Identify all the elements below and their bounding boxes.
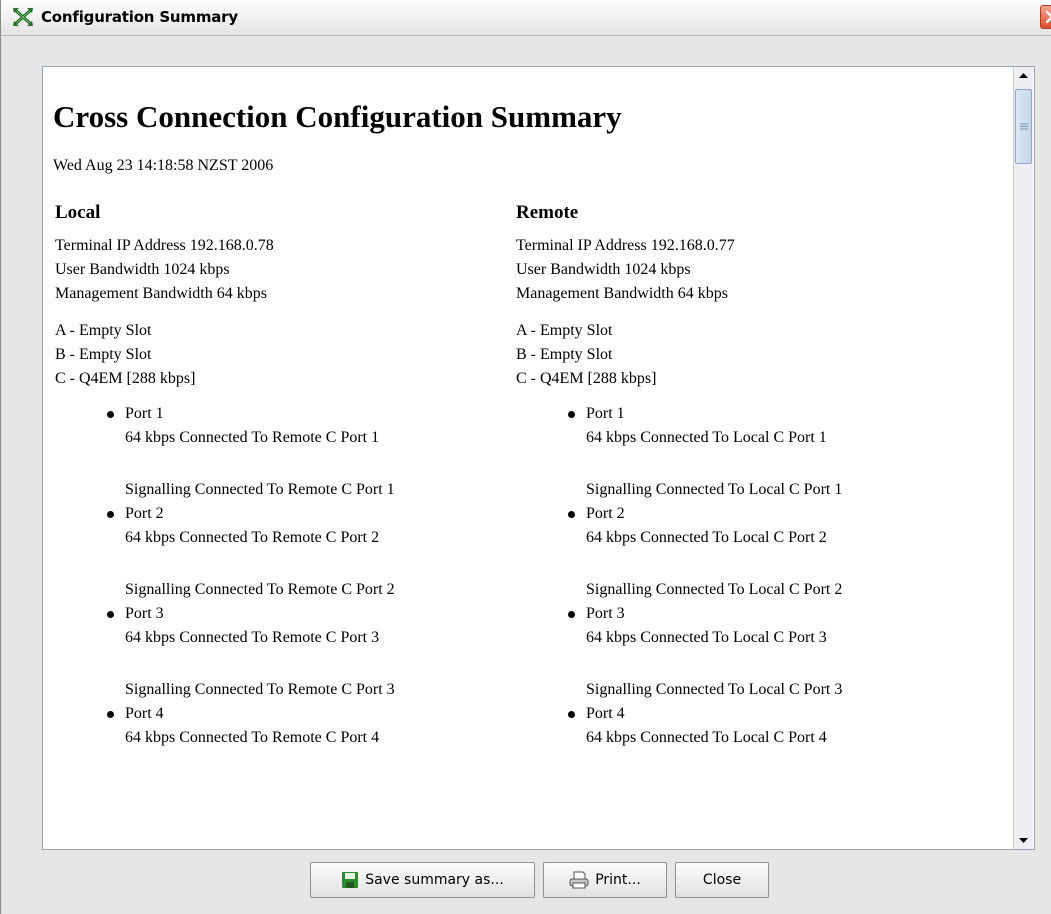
scroll-thumb[interactable] — [1015, 89, 1032, 164]
configuration-summary-window: Configuration Summary Cross Connection C… — [0, 0, 1051, 914]
close-icon — [1045, 10, 1051, 24]
slot-item: B - Empty Slot — [516, 346, 613, 363]
port-item: Port 2 — [516, 502, 966, 526]
port-item: Port 4 — [55, 702, 505, 726]
bullet-icon — [107, 611, 114, 618]
port-item: Port 1 — [55, 402, 505, 426]
bullet-icon — [568, 611, 575, 618]
port-signalling-connection: Signalling Connected To Local C Port 3 — [586, 681, 843, 698]
bullet-icon — [568, 511, 575, 518]
remote-terminal-ip: Terminal IP Address 192.168.0.77 — [516, 237, 735, 254]
local-slots: A - Empty Slot B - Empty Slot C - Q4EM [… — [55, 319, 505, 391]
port-name: Port 4 — [125, 705, 164, 722]
slot-item: B - Empty Slot — [55, 346, 152, 363]
port-name: Port 2 — [586, 505, 625, 522]
bullet-icon — [568, 711, 575, 718]
bullet-icon — [107, 511, 114, 518]
scroll-up-button[interactable] — [1014, 67, 1033, 85]
local-management-bandwidth: Management Bandwidth 64 kbps — [55, 285, 267, 302]
local-info: Terminal IP Address 192.168.0.78 User Ba… — [55, 234, 505, 306]
port-item: Port 3 — [516, 602, 966, 626]
port-data-connection: 64 kbps Connected To Local C Port 2 — [586, 529, 827, 546]
save-summary-button[interactable]: Save summary as... — [310, 862, 535, 898]
summary-document: Cross Connection Configuration Summary W… — [43, 67, 1013, 849]
port-data-connection: 64 kbps Connected To Remote C Port 2 — [125, 529, 380, 546]
local-user-bandwidth: User Bandwidth 1024 kbps — [55, 261, 230, 278]
port-signalling-connection: Signalling Connected To Remote C Port 3 — [125, 681, 395, 698]
save-button-label: Save summary as... — [365, 872, 504, 888]
remote-ports: Port 1 64 kbps Connected To Local C Port… — [516, 402, 966, 750]
remote-heading: Remote — [516, 202, 579, 223]
port-name: Port 1 — [125, 405, 164, 422]
remote-management-bandwidth: Management Bandwidth 64 kbps — [516, 285, 728, 302]
summary-panel: Cross Connection Configuration Summary W… — [42, 66, 1035, 850]
title-bar[interactable]: Configuration Summary — [1, 0, 1051, 36]
port-data-connection: 64 kbps Connected To Local C Port 1 — [586, 429, 827, 446]
remote-user-bandwidth: User Bandwidth 1024 kbps — [516, 261, 691, 278]
summary-date: Wed Aug 23 14:18:58 NZST 2006 — [53, 157, 274, 174]
port-signalling-connection: Signalling Connected To Remote C Port 1 — [125, 481, 395, 498]
port-data-connection: 64 kbps Connected To Remote C Port 1 — [125, 429, 380, 446]
port-name: Port 3 — [586, 605, 625, 622]
port-data-connection: 64 kbps Connected To Local C Port 4 — [586, 729, 827, 746]
local-heading: Local — [55, 202, 101, 223]
slot-item: A - Empty Slot — [516, 322, 613, 339]
slot-item: A - Empty Slot — [55, 322, 152, 339]
port-data-connection: 64 kbps Connected To Local C Port 3 — [586, 629, 827, 646]
cross-arrows-icon — [13, 7, 33, 27]
port-data-connection: 64 kbps Connected To Remote C Port 3 — [125, 629, 380, 646]
print-button[interactable]: Print... — [543, 862, 667, 898]
remote-slots: A - Empty Slot B - Empty Slot C - Q4EM [… — [516, 319, 966, 391]
port-item: Port 1 — [516, 402, 966, 426]
port-name: Port 3 — [125, 605, 164, 622]
close-button[interactable]: Close — [675, 862, 769, 898]
floppy-disk-icon — [342, 872, 359, 888]
port-signalling-connection: Signalling Connected To Local C Port 2 — [586, 581, 843, 598]
port-item: Port 4 — [516, 702, 966, 726]
grip-icon — [1020, 123, 1028, 130]
arrow-down-icon — [1019, 838, 1028, 843]
page-title: Cross Connection Configuration Summary — [53, 99, 622, 134]
port-item: Port 2 — [55, 502, 505, 526]
remote-column: Remote Terminal IP Address 192.168.0.77 … — [516, 201, 966, 750]
vertical-scrollbar[interactable] — [1013, 67, 1033, 849]
port-data-connection: 64 kbps Connected To Remote C Port 4 — [125, 729, 380, 746]
local-terminal-ip: Terminal IP Address 192.168.0.78 — [55, 237, 274, 254]
port-name: Port 1 — [586, 405, 625, 422]
port-signalling-connection: Signalling Connected To Remote C Port 2 — [125, 581, 395, 598]
scroll-down-button[interactable] — [1014, 831, 1033, 849]
button-bar: Save summary as... Print... Close — [1, 862, 1051, 902]
port-name: Port 4 — [586, 705, 625, 722]
bullet-icon — [107, 411, 114, 418]
close-button-label: Close — [702, 872, 742, 888]
slot-item: C - Q4EM [288 kbps] — [55, 370, 196, 387]
window-title: Configuration Summary — [41, 8, 238, 26]
port-name: Port 2 — [125, 505, 164, 522]
printer-icon — [569, 871, 589, 889]
bullet-icon — [568, 411, 575, 418]
arrow-up-icon — [1019, 73, 1028, 78]
port-item: Port 3 — [55, 602, 505, 626]
local-ports: Port 1 64 kbps Connected To Remote C Por… — [55, 402, 505, 750]
slot-item: C - Q4EM [288 kbps] — [516, 370, 657, 387]
port-signalling-connection: Signalling Connected To Local C Port 1 — [586, 481, 843, 498]
local-column: Local Terminal IP Address 192.168.0.78 U… — [55, 201, 505, 750]
remote-info: Terminal IP Address 192.168.0.77 User Ba… — [516, 234, 966, 306]
close-window-button[interactable] — [1040, 5, 1051, 29]
print-button-label: Print... — [595, 872, 641, 888]
bullet-icon — [107, 711, 114, 718]
